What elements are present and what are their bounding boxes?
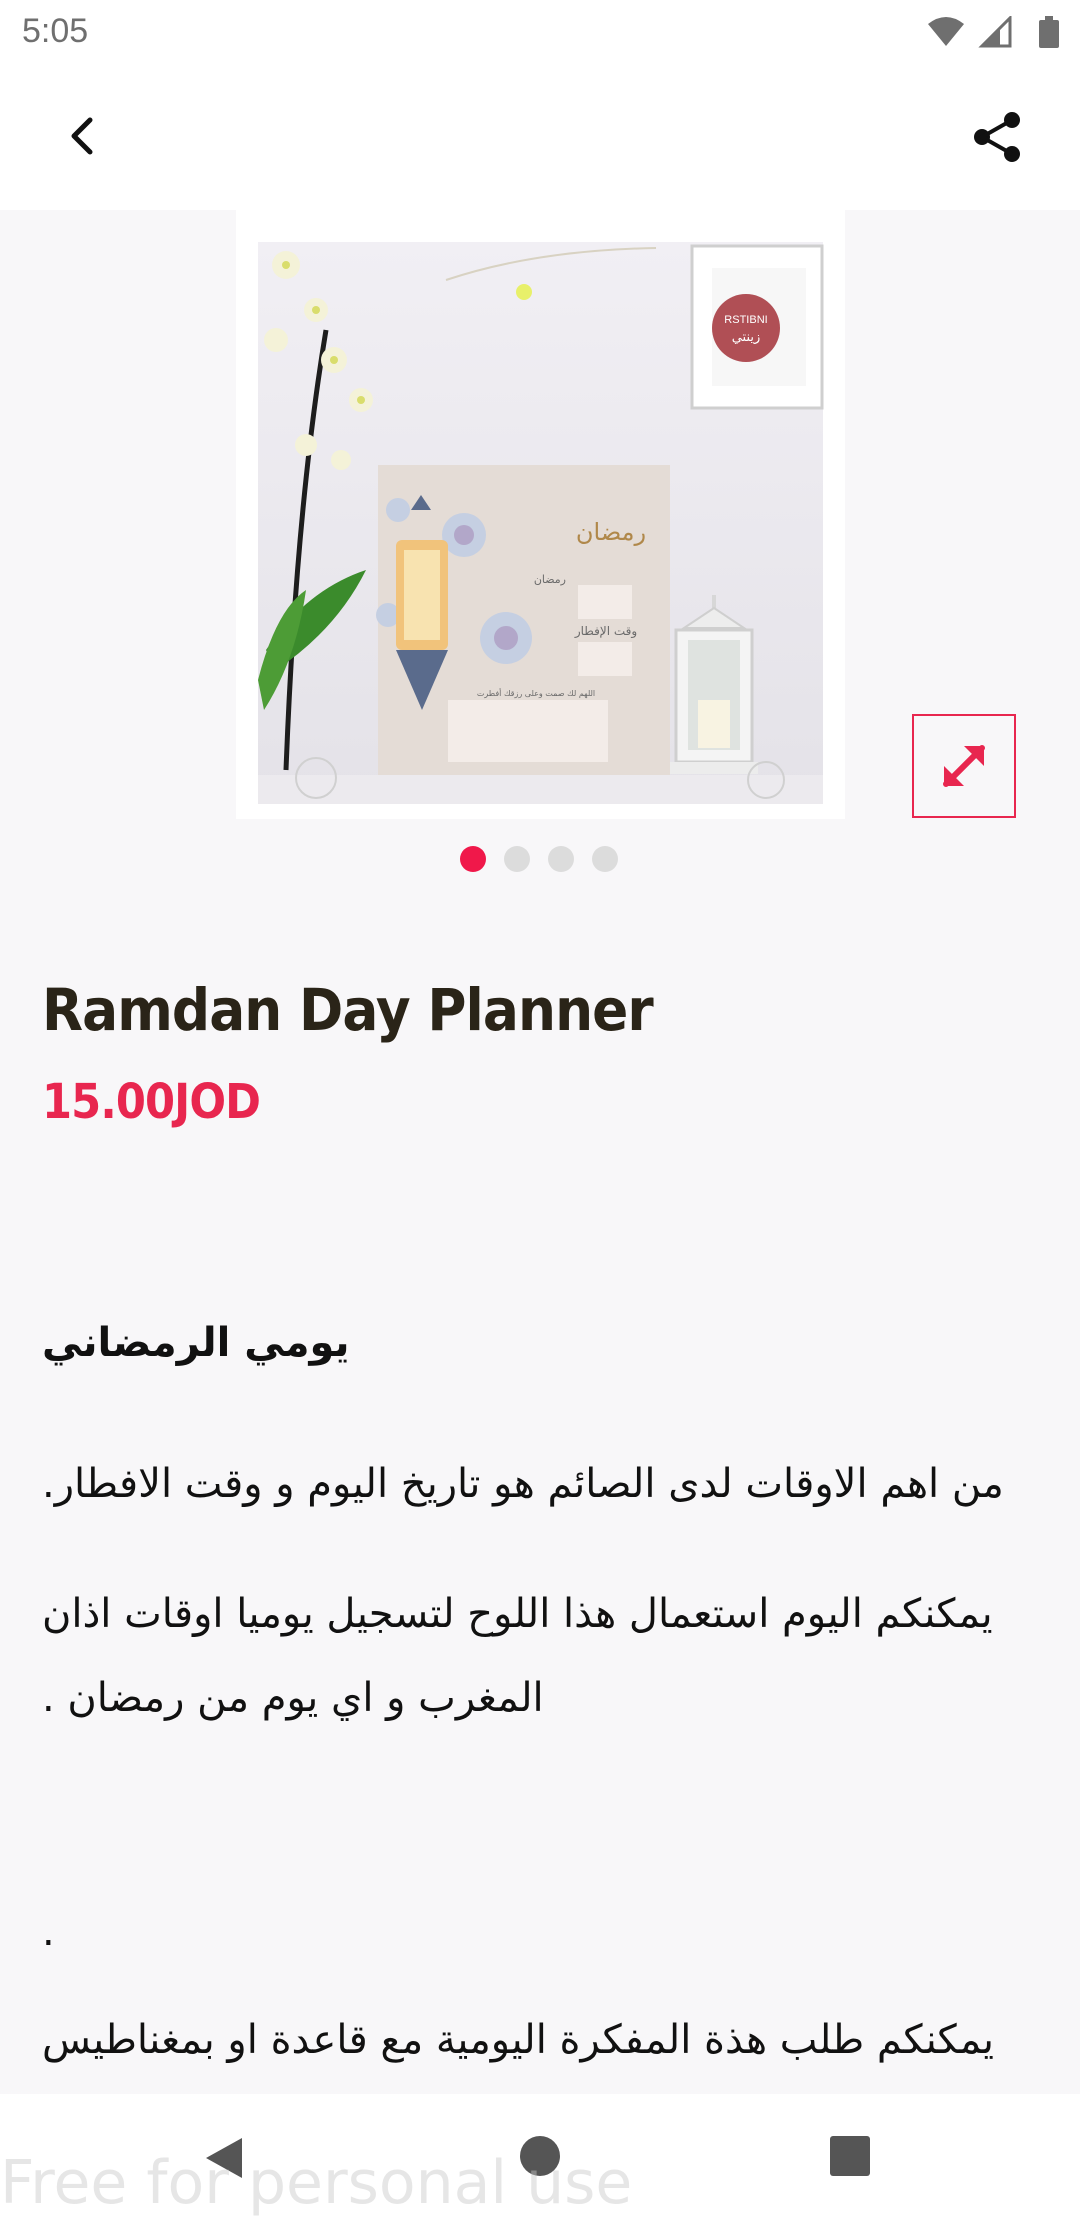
pager-dot[interactable] — [548, 846, 574, 872]
image-logo-text: RSTIBNI — [724, 314, 767, 326]
image-logo-text-ar: زينتي — [732, 330, 761, 345]
pager-dot[interactable] — [592, 846, 618, 872]
nav-recents-icon[interactable] — [830, 2136, 870, 2176]
image-board-title: رمضان — [576, 518, 646, 546]
share-button[interactable] — [970, 110, 1024, 164]
image-gallery[interactable]: RSTIBNI زينتي رمضان رمضان وقت الإفطار ال… — [0, 210, 1080, 900]
product-title: Ramdan Day Planner — [42, 976, 654, 1044]
description-line: من اهم الاوقات لدى الصائم هو تاريخ اليوم… — [42, 1461, 1004, 1507]
expand-icon — [943, 745, 985, 787]
share-icon — [974, 112, 1020, 162]
status-time: 5:05 — [22, 12, 89, 50]
watermark: Free for personal use — [0, 2148, 633, 2218]
app-bar — [0, 64, 1080, 210]
pager-dots — [0, 846, 1080, 874]
image-board-label: اللهم لك صمت وعلى رزقك أفطرت — [477, 688, 595, 698]
product-image[interactable]: RSTIBNI زينتي رمضان رمضان وقت الإفطار ال… — [236, 210, 845, 819]
description-line: . — [42, 1909, 55, 1955]
expand-image-button[interactable] — [912, 714, 1016, 818]
back-button[interactable] — [60, 112, 108, 160]
description-heading: يومي الرمضاني — [42, 1320, 350, 1366]
description-line: المغرب و اي يوم من رمضان . — [42, 1675, 544, 1721]
image-board-label: رمضان — [534, 573, 566, 586]
status-bar: 5:05 — [0, 0, 1080, 64]
pager-dot[interactable] — [504, 846, 530, 872]
description-line: يمكنكم اليوم استعمال هذا اللوح لتسجيل يو… — [42, 1591, 993, 1637]
cell-signal-icon — [978, 16, 1012, 48]
wifi-icon — [928, 17, 964, 46]
pager-dot-active[interactable] — [460, 846, 486, 872]
image-board-label: وقت الإفطار — [574, 624, 637, 639]
battery-icon — [1039, 16, 1059, 48]
description-line: يمكنكم طلب هذة المفكرة اليومية مع قاعدة … — [42, 2017, 994, 2063]
product-price: 15.00JOD — [42, 1074, 261, 1130]
